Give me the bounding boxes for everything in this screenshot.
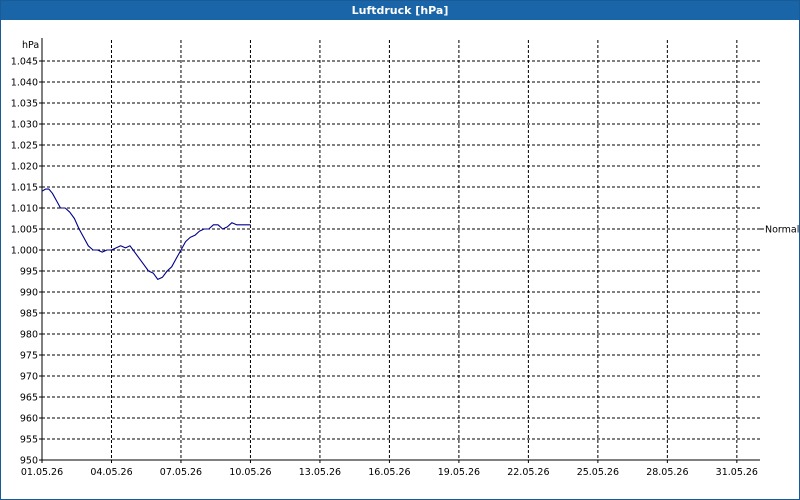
y-tick-label: 980	[20, 330, 38, 341]
y-tick-label: 960	[20, 414, 38, 425]
x-tick-label: 22.05.26	[507, 467, 549, 478]
y-tick-label: 1.020	[11, 162, 38, 173]
x-tick-label: 10.05.26	[229, 467, 271, 478]
reference-line: Normal	[760, 225, 799, 236]
x-tick-label: 07.05.26	[160, 467, 202, 478]
y-tick-label: 1.005	[11, 225, 38, 236]
y-tick-label: 990	[20, 288, 38, 299]
y-tick-label: 1.025	[11, 141, 38, 152]
y-tick-label: 955	[20, 435, 38, 446]
x-tick-label: 04.05.26	[90, 467, 132, 478]
y-tick-label: 975	[20, 351, 38, 362]
y-tick-label: 1.040	[11, 78, 38, 89]
x-tick-label: 01.05.26	[21, 467, 63, 478]
y-tick-label: 950	[20, 456, 38, 467]
y-tick-label: 1.030	[11, 120, 38, 131]
x-tick-label: 25.05.26	[577, 467, 619, 478]
series-line	[41, 188, 251, 280]
chart-canvas: 950 955 960 965 970 975 980 985 990 995 1.000 1.005…	[11, 38, 799, 478]
x-axis-ticks: 01.05.26 04.05.26 07.05.26 10.05.26 13.05.26…	[21, 460, 758, 478]
y-tick-label: 1.045	[11, 57, 38, 68]
y-axis-ticks: 950 955 960 965 970 975 980 985 990 995 1.000 1.005…	[11, 57, 42, 467]
y-tick-label: 1.000	[11, 246, 38, 257]
x-tick-label: 19.05.26	[438, 467, 480, 478]
y-axis-label: hPa	[22, 40, 39, 51]
y-tick-label: 965	[20, 393, 38, 404]
series-layer	[41, 188, 251, 280]
y-tick-label: 985	[20, 309, 38, 320]
reference-label: Normal	[765, 225, 799, 236]
x-tick-label: 13.05.26	[299, 467, 341, 478]
y-tick-label: 1.015	[11, 183, 38, 194]
y-tick-label: 995	[20, 267, 38, 278]
x-tick-label: 16.05.26	[368, 467, 410, 478]
y-tick-label: 1.010	[11, 204, 38, 215]
x-tick-label: 28.05.26	[646, 467, 688, 478]
grid-lines	[42, 40, 760, 460]
y-tick-label: 1.035	[11, 99, 38, 110]
y-tick-label: 970	[20, 372, 38, 383]
x-tick-label: 31.05.26	[716, 467, 758, 478]
